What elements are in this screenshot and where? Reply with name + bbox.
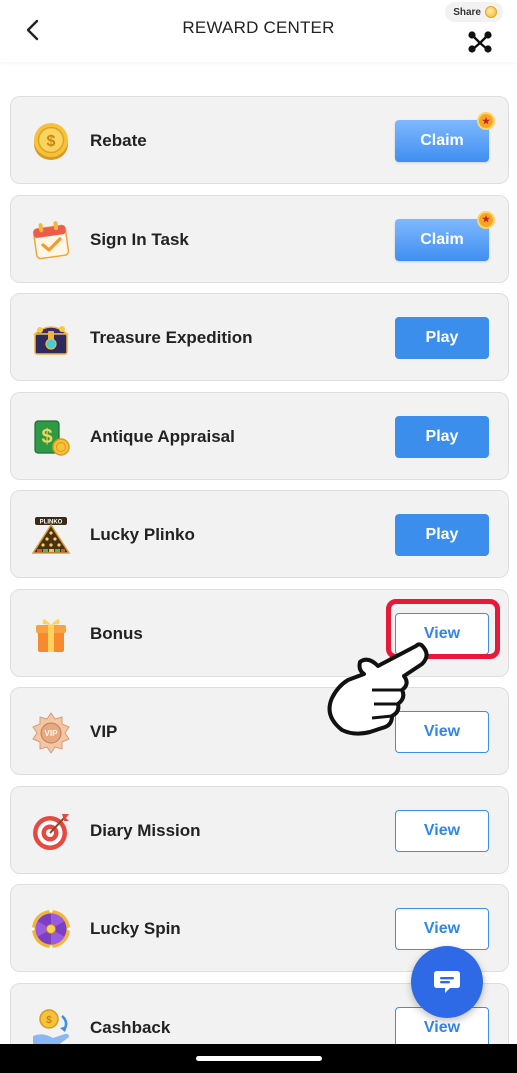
button-label: Claim [420,132,464,149]
reward-card-vip: VIP VIP View [10,687,509,775]
reward-card-sign-in-task: Sign In Task Claim ★ [10,194,509,283]
star-badge-icon: ★ [477,210,495,229]
reward-label: VIP [90,722,118,741]
claim-button[interactable]: Claim ★ [395,112,495,162]
reward-label: Lucky Plinko [90,525,195,544]
page-title: REWARD CENTER [182,18,335,37]
reward-card-diary-mission: Diary Mission View [10,785,509,874]
reward-label: Lucky Spin [90,919,181,938]
button-label: View [423,821,461,839]
svg-text:VIP: VIP [45,729,59,738]
coin-icon: $ [34,123,68,160]
button-label: Play [425,329,459,346]
header-bar: REWARD CENTER Share [0,0,517,62]
treasure-chest-icon [33,326,69,355]
button-label: View [423,920,461,937]
button-label: Play [425,427,459,445]
play-button[interactable]: Play [395,415,489,458]
share-network-icon [468,31,492,53]
money-card-icon: $ [34,419,70,456]
reward-list: $ Rebate Claim ★ Sign In Task Claim ★ Tr… [10,96,509,1073]
plinko-icon: PLINKO [31,517,71,554]
view-button[interactable]: View [395,908,489,950]
play-button[interactable]: Play [395,514,489,556]
spin-wheel-icon [31,909,71,949]
share-badge: Share [445,2,503,22]
svg-text:$: $ [46,1015,52,1026]
chat-bubble-icon [434,971,460,993]
play-button[interactable]: Play [395,317,489,359]
reward-card-rebate: $ Rebate Claim ★ [10,96,509,184]
system-nav-bar [0,1044,517,1073]
reward-card-treasure-expedition: Treasure Expedition Play [10,293,509,381]
reward-label: Treasure Expedition [90,328,253,347]
star-badge-icon: ★ [477,112,495,130]
reward-label: Rebate [90,131,147,150]
button-label: View [423,1018,461,1036]
button-label: Play [425,526,459,543]
coin-icon [485,6,497,18]
claim-button[interactable]: Claim ★ [395,210,495,261]
reward-card-antique-appraisal: $ Antique Appraisal Play [10,391,509,480]
vip-medal-icon: VIP [32,712,70,754]
reward-label: Bonus [90,623,143,643]
reward-label: Sign In Task [90,229,189,249]
reward-label: Diary Mission [90,820,201,840]
cashback-icon: $ [33,1008,69,1046]
target-icon [33,813,69,850]
svg-text:$: $ [47,133,56,150]
reward-card-lucky-plinko: PLINKO Lucky Plinko Play [10,490,509,578]
button-label: Claim [420,230,464,248]
home-indicator[interactable] [196,1056,322,1061]
share-button[interactable]: Share [445,2,503,58]
reward-label: Antique Appraisal [90,426,235,446]
calendar-icon [32,220,70,259]
reward-center-screen: REWARD CENTER Share $ Rebate Claim ★ Sig… [0,0,517,1073]
gift-box-icon [36,618,66,652]
view-button[interactable]: View [395,809,489,852]
share-label: Share [453,6,481,18]
chat-button[interactable] [411,946,483,1018]
svg-text:$: $ [41,426,52,448]
pointing-hand-icon [327,642,429,736]
